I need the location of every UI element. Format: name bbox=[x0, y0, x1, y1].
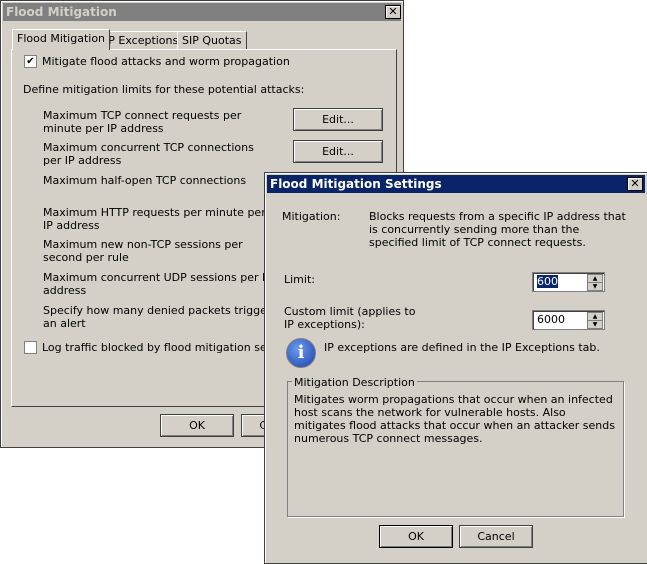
spin-down-icon[interactable]: ▼ bbox=[587, 282, 603, 291]
settings-title: Flood Mitigation Settings bbox=[270, 177, 442, 191]
tab-ip-exceptions[interactable]: IP Exceptions bbox=[100, 31, 184, 49]
log-checkbox[interactable] bbox=[24, 341, 37, 354]
limit-label-6: Maximum concurrent UDP sessions per IP a… bbox=[43, 271, 272, 297]
flood-mitigation-settings-dialog: Flood Mitigation Settings ✕ Mitigation: … bbox=[264, 172, 647, 564]
info-icon: i bbox=[286, 338, 316, 368]
mitigate-checkbox[interactable]: ✔ bbox=[24, 55, 37, 68]
limit-spinner[interactable]: 600 ▲ ▼ bbox=[532, 272, 605, 292]
mitigation-text: Blocks requests from a specific IP addre… bbox=[369, 210, 626, 249]
limit-label-1: Maximum TCP connect requests per minute … bbox=[43, 109, 242, 135]
mitigate-label: Mitigate flood attacks and worm propagat… bbox=[42, 55, 290, 68]
custom-limit-label: Custom limit (applies to IP exceptions): bbox=[284, 305, 416, 331]
settings-title-bar[interactable]: Flood Mitigation Settings bbox=[267, 175, 645, 193]
tab-sip-quotas[interactable]: SIP Quotas bbox=[177, 31, 247, 49]
limit-label: Limit: bbox=[284, 273, 315, 286]
tab-flood-mitigation[interactable]: Flood Mitigation bbox=[12, 29, 111, 50]
edit-button-1[interactable]: Edit... bbox=[293, 108, 383, 131]
spin-down-icon[interactable]: ▼ bbox=[587, 320, 603, 329]
ok-button[interactable]: OK bbox=[160, 414, 234, 437]
define-label: Define mitigation limits for these poten… bbox=[23, 83, 305, 96]
limit-value[interactable]: 600 bbox=[537, 275, 558, 288]
dialog-title: Flood Mitigation bbox=[6, 5, 117, 19]
limit-label-7: Specify how many denied packets trigger … bbox=[43, 304, 272, 330]
limit-label-3: Maximum half-open TCP connections bbox=[43, 174, 247, 187]
custom-limit-spinner[interactable]: 6000 ▲ ▼ bbox=[532, 310, 605, 330]
edit-button-2[interactable]: Edit... bbox=[293, 140, 383, 163]
mitigation-label: Mitigation: bbox=[282, 210, 341, 223]
limit-label-4: Maximum HTTP requests per minute per IP … bbox=[43, 206, 266, 232]
description-text: Mitigates worm propagations that occur w… bbox=[294, 393, 615, 445]
settings-close-button[interactable]: ✕ bbox=[627, 177, 643, 191]
custom-limit-value[interactable]: 6000 bbox=[537, 313, 565, 326]
dialog-title-bar[interactable]: Flood Mitigation bbox=[3, 3, 401, 21]
settings-ok-button[interactable]: OK bbox=[379, 525, 453, 548]
info-text: IP exceptions are defined in the IP Exce… bbox=[324, 341, 600, 354]
limit-label-2: Maximum concurrent TCP connections per I… bbox=[43, 141, 254, 167]
close-button[interactable]: ✕ bbox=[385, 5, 401, 19]
limit-label-5: Maximum new non-TCP sessions per second … bbox=[43, 238, 243, 264]
log-label: Log traffic blocked by flood mitigation … bbox=[42, 341, 299, 354]
settings-cancel-button[interactable]: Cancel bbox=[459, 525, 533, 548]
description-group-label: Mitigation Description bbox=[292, 376, 417, 389]
